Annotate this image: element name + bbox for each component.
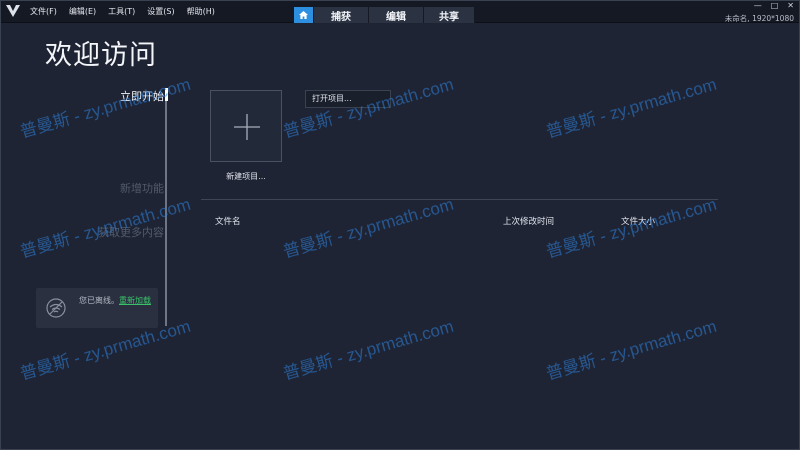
column-header-size[interactable]: 文件大小	[621, 215, 655, 227]
menu-tools[interactable]: 工具(T)	[108, 6, 135, 17]
new-project-label[interactable]: 新建项目...	[210, 171, 282, 182]
nav-active-indicator	[165, 88, 168, 101]
offline-label: 您已离线。	[79, 296, 119, 305]
nav-divider	[165, 90, 167, 326]
nav-item-start-now[interactable]: 立即开始	[120, 88, 164, 104]
section-divider	[201, 199, 718, 200]
minimize-icon[interactable]: —	[754, 2, 762, 10]
menu-file[interactable]: 文件(F)	[30, 6, 57, 17]
menu-settings[interactable]: 设置(S)	[147, 6, 174, 17]
menu-edit[interactable]: 编辑(E)	[69, 6, 96, 17]
plus-icon	[234, 114, 260, 140]
column-header-filename[interactable]: 文件名	[215, 215, 241, 227]
home-icon	[299, 11, 308, 19]
nav-item-more-content[interactable]: 获取更多内容	[98, 224, 164, 240]
workspace-tabs: 捕获 编辑 共享	[294, 7, 475, 23]
menu-help[interactable]: 帮助(H)	[187, 6, 215, 17]
menu-bar: 文件(F) 编辑(E) 工具(T) 设置(S) 帮助(H)	[30, 0, 227, 23]
offline-wifi-icon	[46, 298, 66, 318]
watermark-text: 普曼斯 - zy.prmath.com	[543, 316, 719, 384]
reload-link[interactable]: 重新加载	[119, 296, 151, 305]
offline-message: 您已离线。重新加载	[79, 295, 155, 307]
page-title: 欢迎访问	[45, 40, 157, 71]
close-icon[interactable]: ✕	[787, 2, 794, 10]
window-controls: — □ ✕	[754, 2, 794, 10]
new-project-button[interactable]	[210, 90, 282, 162]
project-info: 未命名, 1920*1080	[724, 14, 794, 23]
watermark-text: 普曼斯 - zy.prmath.com	[280, 316, 456, 384]
tab-edit[interactable]: 编辑	[369, 7, 424, 23]
offline-notice: 您已离线。重新加载	[36, 288, 158, 328]
maximize-icon[interactable]: □	[771, 2, 779, 10]
tab-capture[interactable]: 捕获	[314, 7, 369, 23]
open-project-button[interactable]: 打开项目...	[305, 90, 391, 108]
title-bar: 文件(F) 编辑(E) 工具(T) 设置(S) 帮助(H) 捕获 编辑 共享 —…	[0, 0, 800, 23]
watermark-text: 普曼斯 - zy.prmath.com	[280, 194, 456, 262]
app-logo-icon	[6, 5, 20, 17]
tab-home[interactable]	[294, 7, 314, 23]
column-header-modified[interactable]: 上次修改时间	[503, 215, 554, 227]
tab-share[interactable]: 共享	[424, 7, 475, 23]
watermark-text: 普曼斯 - zy.prmath.com	[543, 74, 719, 142]
nav-item-new-features[interactable]: 新增功能	[120, 180, 164, 196]
